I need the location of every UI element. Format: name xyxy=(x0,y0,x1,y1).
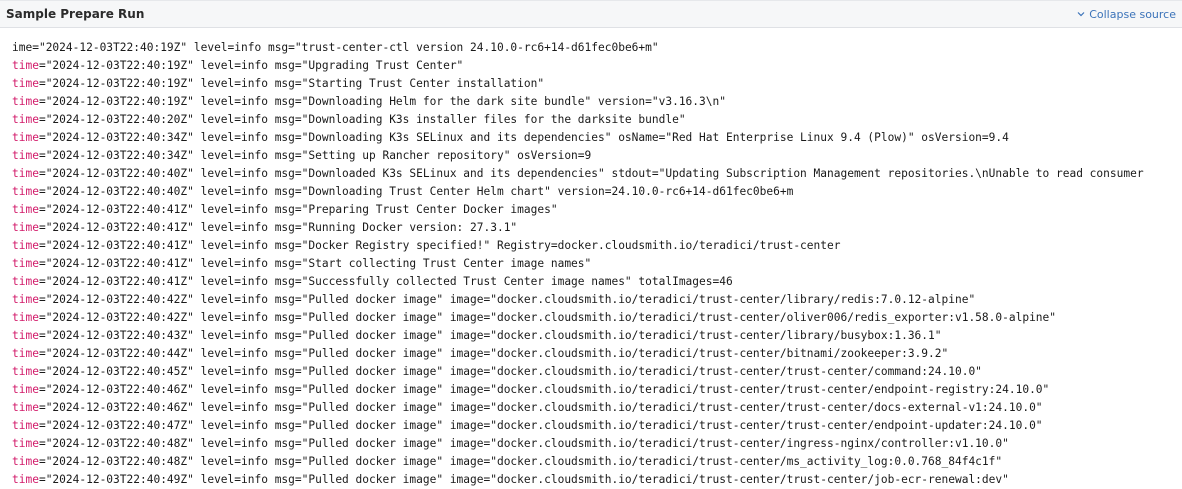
log-line-text: ="2024-12-03T22:40:42Z" level=info msg="… xyxy=(38,311,1057,324)
log-line-text: ="2024-12-03T22:40:47Z" level=info msg="… xyxy=(38,419,1043,432)
log-time-key: time xyxy=(12,95,39,108)
log-time-key: time xyxy=(12,221,39,234)
log-time-key: time xyxy=(12,77,39,90)
log-time-key: time xyxy=(12,473,39,486)
log-line: time="2024-12-03T22:40:46Z" level=info m… xyxy=(12,399,1182,417)
log-time-key: time xyxy=(12,275,39,288)
log-line-text: ="2024-12-03T22:40:41Z" level=info msg="… xyxy=(38,239,841,252)
log-line-text: ="2024-12-03T22:40:41Z" level=info msg="… xyxy=(38,275,733,288)
log-time-key: time xyxy=(12,131,39,144)
log-line: time="2024-12-03T22:40:20Z" level=info m… xyxy=(12,111,1182,129)
log-line: time="2024-12-03T22:40:41Z" level=info m… xyxy=(12,219,1182,237)
log-output: ime="2024-12-03T22:40:19Z" level=info ms… xyxy=(12,39,1182,489)
log-time-key: time xyxy=(12,185,39,198)
log-line-text: ="2024-12-03T22:40:48Z" level=info msg="… xyxy=(38,437,1009,450)
log-line-text: ="2024-12-03T22:40:41Z" level=info msg="… xyxy=(38,257,592,270)
log-time-key: time xyxy=(12,329,39,342)
chevron-down-icon xyxy=(1077,10,1085,18)
log-time-key: time xyxy=(12,59,39,72)
log-time-key: time xyxy=(12,419,39,432)
log-line: time="2024-12-03T22:40:40Z" level=info m… xyxy=(12,165,1182,183)
log-line-text: ="2024-12-03T22:40:46Z" level=info msg="… xyxy=(38,383,1050,396)
log-line-text: ="2024-12-03T22:40:48Z" level=info msg="… xyxy=(38,455,1003,468)
log-line: time="2024-12-03T22:40:46Z" level=info m… xyxy=(12,381,1182,399)
log-line-text: ="2024-12-03T22:40:20Z" level=info msg="… xyxy=(38,113,686,126)
log-line: time="2024-12-03T22:40:19Z" level=info m… xyxy=(12,57,1182,75)
log-line-text: ="2024-12-03T22:40:41Z" level=info msg="… xyxy=(38,221,518,234)
log-time-key: time xyxy=(12,347,39,360)
panel-header: Sample Prepare Run Collapse source xyxy=(0,0,1182,28)
log-line: time="2024-12-03T22:40:42Z" level=info m… xyxy=(12,291,1182,309)
log-time-key: time xyxy=(12,383,39,396)
log-line: time="2024-12-03T22:40:48Z" level=info m… xyxy=(12,453,1182,471)
log-line: time="2024-12-03T22:40:34Z" level=info m… xyxy=(12,129,1182,147)
log-line: time="2024-12-03T22:40:41Z" level=info m… xyxy=(12,255,1182,273)
log-line: time="2024-12-03T22:40:41Z" level=info m… xyxy=(12,273,1182,291)
log-line-text: ="2024-12-03T22:40:34Z" level=info msg="… xyxy=(38,149,592,162)
log-line: time="2024-12-03T22:40:43Z" level=info m… xyxy=(12,327,1182,345)
log-time-key: time xyxy=(12,149,39,162)
log-time-key: time xyxy=(12,257,39,270)
log-line: time="2024-12-03T22:40:49Z" level=info m… xyxy=(12,471,1182,489)
log-line: time="2024-12-03T22:40:48Z" level=info m… xyxy=(12,435,1182,453)
panel-title: Sample Prepare Run xyxy=(6,7,145,21)
log-line: time="2024-12-03T22:40:34Z" level=info m… xyxy=(12,147,1182,165)
log-line: time="2024-12-03T22:40:41Z" level=info m… xyxy=(12,201,1182,219)
log-line: time="2024-12-03T22:40:19Z" level=info m… xyxy=(12,93,1182,111)
log-line: time="2024-12-03T22:40:45Z" level=info m… xyxy=(12,363,1182,381)
log-line-text: ="2024-12-03T22:40:43Z" level=info msg="… xyxy=(38,329,942,342)
log-line-text: ="2024-12-03T22:40:19Z" level=info msg="… xyxy=(32,41,659,54)
log-time-key: time xyxy=(12,167,39,180)
log-line: ime="2024-12-03T22:40:19Z" level=info ms… xyxy=(12,39,1182,57)
log-line-text: ="2024-12-03T22:40:19Z" level=info msg="… xyxy=(38,59,464,72)
log-line-text: ="2024-12-03T22:40:45Z" level=info msg="… xyxy=(38,365,982,378)
log-line: time="2024-12-03T22:40:44Z" level=info m… xyxy=(12,345,1182,363)
log-line-text: ="2024-12-03T22:40:46Z" level=info msg="… xyxy=(38,401,1043,414)
log-line-text: ="2024-12-03T22:40:42Z" level=info msg="… xyxy=(38,293,976,306)
log-line-text: ="2024-12-03T22:40:41Z" level=info msg="… xyxy=(38,203,558,216)
log-line: time="2024-12-03T22:40:19Z" level=info m… xyxy=(12,75,1182,93)
log-time-key: time xyxy=(12,113,39,126)
log-line-text: ="2024-12-03T22:40:40Z" level=info msg="… xyxy=(38,167,1144,180)
log-time-key: time xyxy=(12,293,39,306)
log-time-key: time xyxy=(12,401,39,414)
log-time-key: time xyxy=(12,203,39,216)
log-line-text: ="2024-12-03T22:40:19Z" level=info msg="… xyxy=(38,77,545,90)
log-time-key: time xyxy=(12,365,39,378)
collapse-source-button[interactable]: Collapse source xyxy=(1077,8,1176,21)
source-panel: Sample Prepare Run Collapse source ime="… xyxy=(0,0,1182,489)
log-line: time="2024-12-03T22:40:41Z" level=info m… xyxy=(12,237,1182,255)
log-line-text: ="2024-12-03T22:40:49Z" level=info msg="… xyxy=(38,473,1009,486)
log-time-key: time xyxy=(12,455,39,468)
log-line-text: ="2024-12-03T22:40:34Z" level=info msg="… xyxy=(38,131,1009,144)
log-time-key: ime xyxy=(12,41,33,54)
log-time-key: time xyxy=(12,239,39,252)
log-line-text: ="2024-12-03T22:40:19Z" level=info msg="… xyxy=(38,95,726,108)
log-time-key: time xyxy=(12,437,39,450)
log-line-text: ="2024-12-03T22:40:44Z" level=info msg="… xyxy=(38,347,949,360)
collapse-source-label: Collapse source xyxy=(1089,7,1176,21)
log-time-key: time xyxy=(12,311,39,324)
log-line: time="2024-12-03T22:40:40Z" level=info m… xyxy=(12,183,1182,201)
log-line: time="2024-12-03T22:40:47Z" level=info m… xyxy=(12,417,1182,435)
log-line: time="2024-12-03T22:40:42Z" level=info m… xyxy=(12,309,1182,327)
log-line-text: ="2024-12-03T22:40:40Z" level=info msg="… xyxy=(38,185,794,198)
